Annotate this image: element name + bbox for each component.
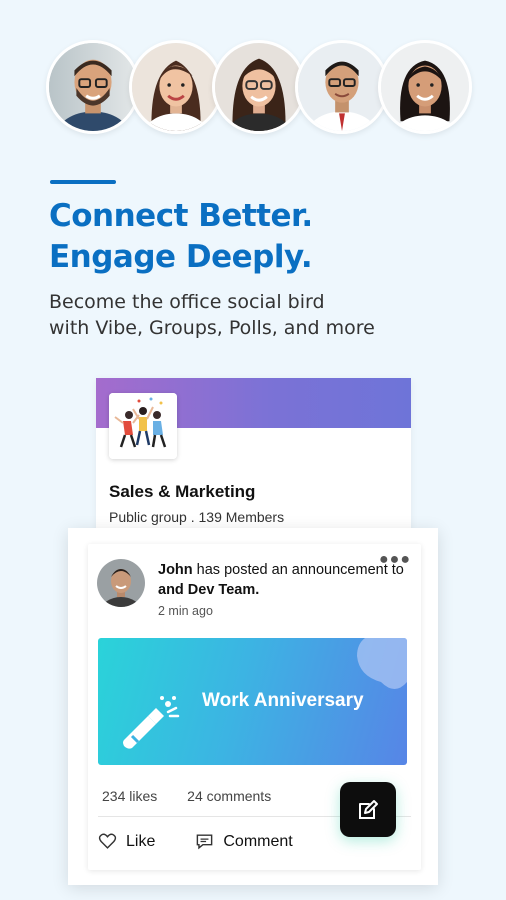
work-anniversary-banner: Work Anniversary	[98, 638, 407, 765]
edit-icon	[359, 799, 378, 819]
subhead-line-2: with Vibe, Groups, Polls, and more	[49, 317, 375, 339]
group-card[interactable]: Sales & Marketing Public group . 139 Mem…	[96, 378, 411, 540]
heart-icon	[98, 833, 117, 849]
group-name: Sales & Marketing	[109, 482, 256, 501]
group-meta: Public group . 139 Members	[109, 509, 285, 525]
compose-button[interactable]	[340, 782, 396, 837]
post-actions: Like Comment	[98, 832, 293, 851]
headline-line-1: Connect Better.	[49, 198, 313, 234]
post-action-text: has posted an announcement to	[192, 562, 404, 578]
like-button[interactable]: Like	[98, 832, 155, 851]
post-timestamp: 2 min ago	[158, 604, 213, 618]
likes-count[interactable]: 234 likes	[102, 788, 157, 804]
woman-dark-hair-avatar	[378, 40, 472, 134]
champagne-bottle-icon	[123, 696, 180, 749]
subheadline: Become the office social bird with Vibe,…	[49, 289, 469, 341]
man-beard-glasses-avatar	[46, 40, 140, 134]
comments-count[interactable]: 24 comments	[187, 788, 271, 804]
decorative-blob	[357, 638, 407, 689]
banner-title: Work Anniversary	[202, 690, 364, 711]
accent-line	[50, 180, 116, 184]
post-stats: 234 likes 24 comments	[102, 788, 297, 804]
comment-icon	[197, 834, 213, 850]
post-author[interactable]: John	[158, 562, 193, 578]
post-target[interactable]: and Dev Team.	[158, 582, 259, 598]
comment-button[interactable]: Comment	[195, 832, 293, 851]
headline-line-2: Engage Deeply.	[49, 239, 313, 275]
man-glasses-tie-avatar	[295, 40, 389, 134]
people-dancing-illustration	[109, 393, 177, 459]
woman-smiling-avatar	[129, 40, 223, 134]
woman-glasses-avatar	[212, 40, 306, 134]
avatar-strip	[46, 40, 472, 136]
author-avatar[interactable]	[97, 559, 145, 607]
subhead-line-1: Become the office social bird	[49, 291, 325, 313]
comment-label: Comment	[223, 832, 293, 850]
like-label: Like	[126, 832, 156, 850]
headline: Connect Better. Engage Deeply.	[49, 196, 469, 278]
post-text: John has posted an announcement to and D…	[158, 560, 408, 600]
